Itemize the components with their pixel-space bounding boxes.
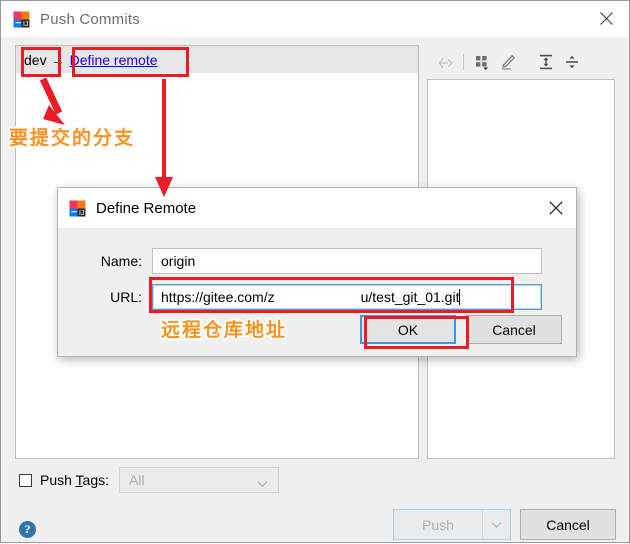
- push-tags-checkbox[interactable]: [19, 473, 32, 487]
- window-close-button[interactable]: [584, 1, 629, 36]
- window-titlebar: IJ Push Commits: [1, 1, 629, 38]
- remote-name-row: Name: origin: [58, 248, 542, 274]
- push-tags-combo-value: All: [129, 472, 145, 488]
- push-tags-label: Push Tags:: [40, 472, 109, 488]
- push-tags-label-mnemonic: T: [75, 472, 83, 488]
- text-caret: [459, 289, 461, 305]
- define-remote-buttons: OK Cancel: [360, 315, 562, 344]
- branch-row: dev → Define remote: [16, 46, 418, 73]
- push-tags-row: Push Tags: All: [19, 467, 280, 493]
- details-toolbar: [427, 45, 615, 79]
- define-remote-close-button[interactable]: [542, 194, 570, 222]
- remote-name-input[interactable]: origin: [152, 248, 542, 274]
- define-remote-titlebar: IJ Define Remote: [58, 188, 576, 229]
- group-by-icon[interactable]: [470, 50, 494, 74]
- remote-name-value: origin: [161, 253, 196, 269]
- chevron-down-icon: [257, 476, 268, 491]
- svg-text:IJ: IJ: [23, 21, 28, 28]
- intellij-idea-logo-icon: IJ: [13, 11, 30, 28]
- collapse-selection-icon[interactable]: [433, 50, 457, 74]
- remote-url-row: URL: https://gitee.com/z u/test_git_01.g…: [58, 284, 542, 310]
- remote-url-label: URL:: [110, 289, 142, 305]
- help-icon[interactable]: ?: [19, 521, 36, 538]
- define-remote-title: Define Remote: [96, 199, 197, 217]
- define-remote-ok-button[interactable]: OK: [360, 315, 456, 344]
- remote-url-value-end: u/test_git_01.git: [360, 289, 460, 305]
- push-button-group[interactable]: Push: [393, 509, 511, 540]
- push-dropdown-arrow-icon[interactable]: [483, 510, 510, 539]
- toolbar-separator: [463, 54, 464, 70]
- arrow-right-icon: →: [50, 51, 65, 68]
- push-button[interactable]: Push: [394, 510, 483, 539]
- intellij-idea-logo-icon: IJ: [69, 200, 86, 217]
- window-title: Push Commits: [40, 10, 140, 28]
- collapse-all-icon[interactable]: [560, 50, 584, 74]
- push-tags-label-post: ags:: [82, 472, 110, 488]
- remote-url-input[interactable]: https://gitee.com/z u/test_git_01.git: [152, 284, 542, 310]
- remote-url-value-start: https://gitee.com/z: [161, 289, 275, 305]
- define-remote-link[interactable]: Define remote: [70, 52, 158, 68]
- source-branch-label: dev: [24, 51, 47, 68]
- push-tags-label-pre: Push: [40, 472, 76, 488]
- push-tags-combo[interactable]: All: [119, 467, 280, 493]
- cancel-button[interactable]: Cancel: [520, 509, 616, 540]
- expand-all-icon[interactable]: [534, 50, 558, 74]
- define-remote-cancel-button[interactable]: Cancel: [466, 315, 562, 344]
- svg-text:IJ: IJ: [79, 210, 84, 217]
- define-remote-dialog: IJ Define Remote Name: origin URL: https…: [57, 187, 577, 357]
- edit-icon[interactable]: [496, 50, 520, 74]
- remote-name-label: Name:: [100, 253, 142, 269]
- push-commits-window: IJ Push Commits dev → Define remote Push…: [0, 0, 630, 543]
